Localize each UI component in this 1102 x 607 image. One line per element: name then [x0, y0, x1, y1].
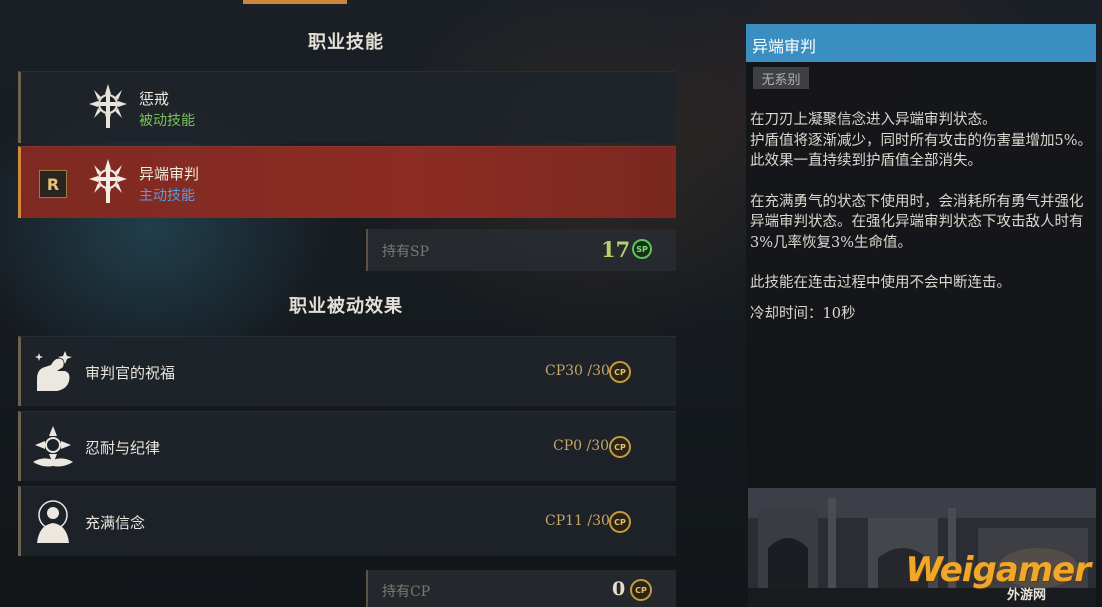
cp-counter: 持有CP 0 CP: [366, 570, 676, 607]
active-tab-indicator: [243, 0, 347, 4]
class-skills-heading: 职业技能: [308, 32, 384, 53]
passive-name: 审判官的祝福: [85, 364, 176, 382]
skill-detail-panel: 异端审判 无系别 在刀刃上凝聚信念进入异端审判状态。 护盾值将逐渐减少，同时所有…: [746, 24, 1096, 607]
cp-coin-icon: CP: [609, 361, 631, 383]
passive-cp-value: CP11 /30: [545, 513, 610, 529]
skill-row-heresy-judgment[interactable]: R 异端审判 主动技能: [18, 146, 676, 218]
sp-counter: 持有SP 17 SP: [366, 229, 676, 271]
skill-name: 异端审判: [139, 165, 200, 183]
radiant-cross-sword-icon: [89, 159, 127, 203]
cp-coin-icon: CP: [609, 436, 631, 458]
detail-cooldown: 冷却时间：10秒: [750, 306, 856, 322]
passive-row-endurance-discipline[interactable]: 忍耐与纪律 CP0 /30 CP: [18, 411, 676, 481]
watermark-logo: Weigamer 外游网: [905, 550, 1091, 603]
passive-row-inquisitor-blessing[interactable]: 审判官的祝福 CP30 /30 CP: [18, 336, 676, 406]
passive-name: 忍耐与纪律: [85, 439, 161, 457]
skill-type-label: 主动技能: [139, 188, 195, 204]
detail-title: 异端审判: [746, 24, 1096, 62]
detail-paragraph: 此技能在连击过程中使用不会中断连击。: [750, 275, 1011, 291]
passive-cp-value: CP0 /30: [553, 438, 610, 454]
skill-preview-image: Weigamer 外游网: [748, 488, 1096, 607]
skill-name: 惩戒: [139, 90, 170, 108]
sp-coin-icon: SP: [632, 239, 652, 259]
radiant-cross-sword-icon: [89, 84, 127, 128]
detail-category-tag: 无系别: [753, 67, 809, 89]
passive-name: 充满信念: [85, 514, 146, 532]
detail-paragraph: 在充满勇气的状态下使用时，会消耗所有勇气并强化异端审判状态。在强化异端审判状态下…: [750, 193, 1084, 251]
cp-label: 持有CP: [382, 584, 431, 600]
skill-type-label: 被动技能: [139, 113, 195, 129]
passive-row-full-conviction[interactable]: 充满信念 CP11 /30 CP: [18, 486, 676, 556]
cp-coin-icon: CP: [609, 511, 631, 533]
flexed-arm-icon: [35, 351, 72, 391]
cp-coin-icon: CP: [630, 579, 652, 601]
sp-value: 17: [601, 237, 631, 262]
winged-emblem-icon: [33, 426, 73, 467]
watermark-main: Weigamer: [905, 550, 1091, 590]
skill-row-punish[interactable]: 惩戒 被动技能: [18, 71, 676, 143]
hotkey-badge: R: [39, 170, 67, 198]
skill-screen: 职业技能 惩戒 被动技能 R 异端审判 主动技能 持有SP 17 SP 职业被动…: [0, 0, 1102, 607]
praying-figure-icon: [37, 500, 69, 543]
cp-value: 0: [612, 578, 626, 600]
passive-cp-value: CP30 /30: [545, 363, 610, 379]
sp-label: 持有SP: [382, 244, 430, 260]
detail-description: 在刀刃上凝聚信念进入异端审判状态。 护盾值将逐渐减少，同时所有攻击的伤害量增加5…: [750, 110, 1094, 294]
class-passive-heading: 职业被动效果: [289, 296, 403, 317]
detail-paragraph: 在刀刃上凝聚信念进入异端审判状态。 护盾值将逐渐减少，同时所有攻击的伤害量增加5…: [750, 112, 1093, 169]
